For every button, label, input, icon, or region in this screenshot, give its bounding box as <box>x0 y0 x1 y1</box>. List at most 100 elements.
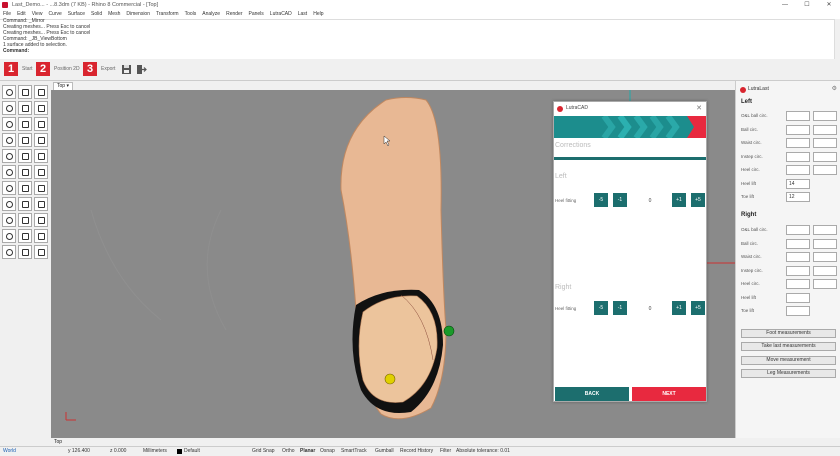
left-value-field[interactable]: 14 <box>786 178 810 189</box>
right-target-field[interactable] <box>813 279 837 289</box>
save-icon[interactable] <box>121 64 132 75</box>
tool-move-icon[interactable] <box>18 133 32 147</box>
tool-box-icon[interactable] <box>2 117 16 131</box>
tool-layer-icon[interactable] <box>2 245 16 259</box>
left-section-heading: Left <box>555 173 567 180</box>
move-measurement-button[interactable]: Move measurement <box>741 356 836 365</box>
step-export[interactable]: 3 Export <box>83 62 115 76</box>
tool-loft-icon[interactable] <box>18 197 32 211</box>
viewport-title-tab[interactable]: Top ▾ <box>53 82 73 90</box>
tool-curve-icon[interactable] <box>18 85 32 99</box>
right-plus-1-button[interactable]: +1 <box>672 301 686 315</box>
gear-icon[interactable]: ⚙ <box>832 85 837 92</box>
control-point-green[interactable] <box>443 325 455 337</box>
tool-glyph <box>6 217 13 224</box>
command-prompt[interactable]: Command: <box>3 48 837 54</box>
corrections-heading: Corrections <box>555 142 591 149</box>
right-value-field[interactable] <box>786 225 810 235</box>
tool-fillet-icon[interactable] <box>18 181 32 195</box>
tool-split-icon[interactable] <box>18 165 32 179</box>
tool-solid-icon[interactable] <box>2 101 16 115</box>
tool-group-icon[interactable] <box>18 245 32 259</box>
right-heading: Right <box>741 212 757 218</box>
tool-boolean-icon[interactable] <box>2 133 16 147</box>
close-button[interactable]: ✕ <box>818 0 840 10</box>
right-target-field[interactable] <box>813 225 837 235</box>
tool-join-icon[interactable] <box>34 165 48 179</box>
tool-glyph <box>6 137 13 144</box>
tool-chamfer-icon[interactable] <box>34 181 48 195</box>
close-icon[interactable]: ✕ <box>696 102 702 115</box>
tool-mesh-icon[interactable] <box>18 101 32 115</box>
left-value-field[interactable] <box>786 111 810 121</box>
left-target-field[interactable] <box>813 111 837 121</box>
tool-project-icon[interactable] <box>2 213 16 227</box>
tool-cylinder-icon[interactable] <box>18 117 32 131</box>
minimize-button[interactable]: — <box>774 0 796 10</box>
tool-scale-icon[interactable] <box>2 149 16 163</box>
control-point-yellow[interactable] <box>384 373 396 385</box>
right-value-field[interactable] <box>786 292 810 303</box>
tool-extrude-icon[interactable] <box>2 197 16 211</box>
foot-measurements-button[interactable]: Foot measurements <box>741 329 836 338</box>
left-target-field[interactable] <box>813 138 837 148</box>
tool-mirror-icon[interactable] <box>18 149 32 163</box>
exit-icon[interactable] <box>136 64 147 75</box>
right-value-field[interactable] <box>786 306 810 316</box>
left-plus-5-button[interactable]: +5 <box>691 193 705 207</box>
left-heading: Left <box>741 99 752 105</box>
bottom-viewport-tab[interactable]: Top <box>54 438 62 446</box>
tool-sweep-icon[interactable] <box>34 197 48 211</box>
chevron-down-icon[interactable]: ▾ <box>66 83 69 89</box>
right-target-field[interactable] <box>813 265 837 276</box>
status-bar: World y 126.400 z 0.000 Millimeters Defa… <box>0 446 840 455</box>
back-button[interactable]: BACK <box>555 387 629 401</box>
left-value-field[interactable] <box>786 151 810 162</box>
right-value-field[interactable] <box>786 238 810 249</box>
tool-text-icon[interactable] <box>18 229 32 243</box>
left-target-field[interactable] <box>813 124 837 135</box>
tool-lock-icon[interactable] <box>34 245 48 259</box>
tool-glyph <box>6 153 13 160</box>
maximize-button[interactable]: ☐ <box>796 0 818 10</box>
tool-array-icon[interactable] <box>34 149 48 163</box>
right-minus-5-button[interactable]: -5 <box>594 301 608 315</box>
tool-hatch-icon[interactable] <box>34 229 48 243</box>
tool-dimension-icon[interactable] <box>2 229 16 243</box>
tool-offset-icon[interactable] <box>2 181 16 195</box>
next-button[interactable]: NEXT <box>632 387 706 401</box>
tool-last-icon[interactable] <box>34 101 48 115</box>
left-value-field[interactable] <box>786 138 810 148</box>
right-target-field[interactable] <box>813 238 837 249</box>
left-minus-1-button[interactable]: -1 <box>613 193 627 207</box>
left-value-field[interactable] <box>786 124 810 135</box>
tool-surface-icon[interactable] <box>34 85 48 99</box>
leg-measurements-button[interactable]: Leg Measurements <box>741 369 836 378</box>
left-value-field[interactable] <box>786 165 810 175</box>
left-value-field[interactable]: 12 <box>786 192 810 202</box>
right-plus-5-button[interactable]: +5 <box>691 301 705 315</box>
tool-glyph <box>6 169 13 176</box>
right-target-field[interactable] <box>813 252 837 262</box>
step-start[interactable]: 1 Start <box>4 62 33 76</box>
left-minus-5-button[interactable]: -5 <box>594 193 608 207</box>
tool-trim-icon[interactable] <box>2 165 16 179</box>
shoe-last-model[interactable] <box>340 97 447 420</box>
left-target-field[interactable] <box>813 151 837 162</box>
take-last-measurements-button[interactable]: Take last measurements <box>741 342 836 351</box>
command-scrollbar[interactable] <box>834 19 840 59</box>
step-position-2d[interactable]: 2 Position 2D <box>36 62 80 76</box>
right-minus-1-button[interactable]: -1 <box>613 301 627 315</box>
left-target-field[interactable] <box>813 165 837 175</box>
tool-glyph <box>22 105 29 112</box>
left-row-label: Ball circ. <box>741 126 759 132</box>
right-value-field[interactable] <box>786 252 810 262</box>
tool-section-icon[interactable] <box>34 213 48 227</box>
right-value-field[interactable] <box>786 279 810 289</box>
left-plus-1-button[interactable]: +1 <box>672 193 686 207</box>
tool-sphere-icon[interactable] <box>34 117 48 131</box>
right-value-field[interactable] <box>786 265 810 276</box>
tool-contour-icon[interactable] <box>18 213 32 227</box>
tool-rotate-icon[interactable] <box>34 133 48 147</box>
tool-point-icon[interactable] <box>2 85 16 99</box>
